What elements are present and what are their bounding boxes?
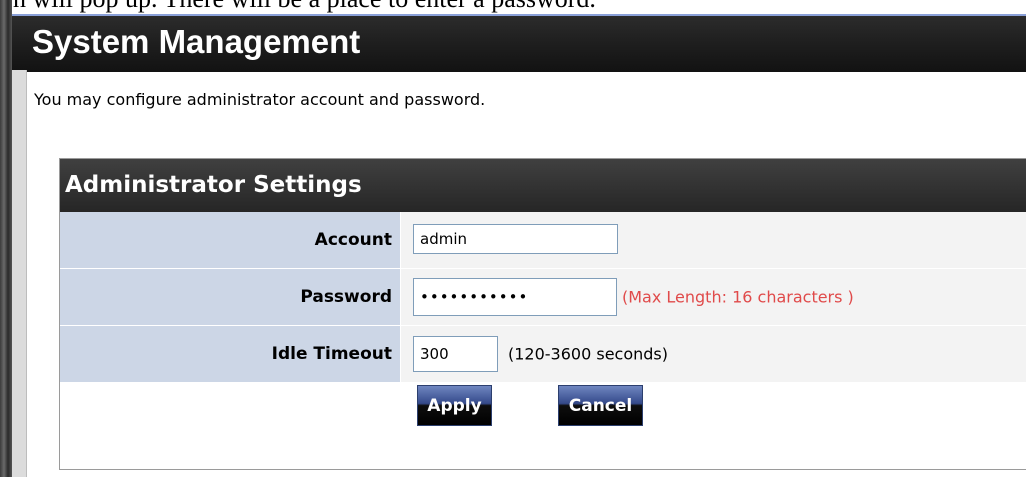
account-row: Account (60, 212, 1026, 269)
cancel-button[interactable]: Cancel (558, 385, 643, 426)
password-row: Password (Max Length: 16 characters ) (60, 269, 1026, 326)
settings-title: Administrator Settings (65, 172, 362, 198)
title-bar: System Management (12, 14, 1026, 72)
apply-button[interactable]: Apply (417, 385, 492, 426)
administrator-settings-panel: Administrator Settings Account Password … (59, 158, 1026, 470)
page-left-border (0, 0, 12, 477)
page-description: You may configure administrator account … (34, 90, 486, 109)
idle-timeout-label: Idle Timeout (271, 344, 392, 364)
account-label: Account (314, 230, 392, 250)
idle-timeout-row: Idle Timeout (120-3600 seconds) (60, 326, 1026, 383)
button-row: Apply Cancel (60, 383, 1026, 443)
settings-header: Administrator Settings (60, 159, 1026, 212)
password-hint: (Max Length: 16 characters ) (622, 287, 854, 307)
page-title: System Management (32, 23, 361, 60)
panel-left-edge (12, 70, 27, 477)
document-caption-text: on will pop up. There will be a place to… (0, 0, 1026, 14)
account-field[interactable] (413, 224, 618, 254)
password-label: Password (300, 287, 392, 307)
password-field[interactable] (413, 278, 617, 316)
idle-timeout-field[interactable] (413, 336, 498, 372)
idle-timeout-hint: (120-3600 seconds) (508, 344, 668, 364)
